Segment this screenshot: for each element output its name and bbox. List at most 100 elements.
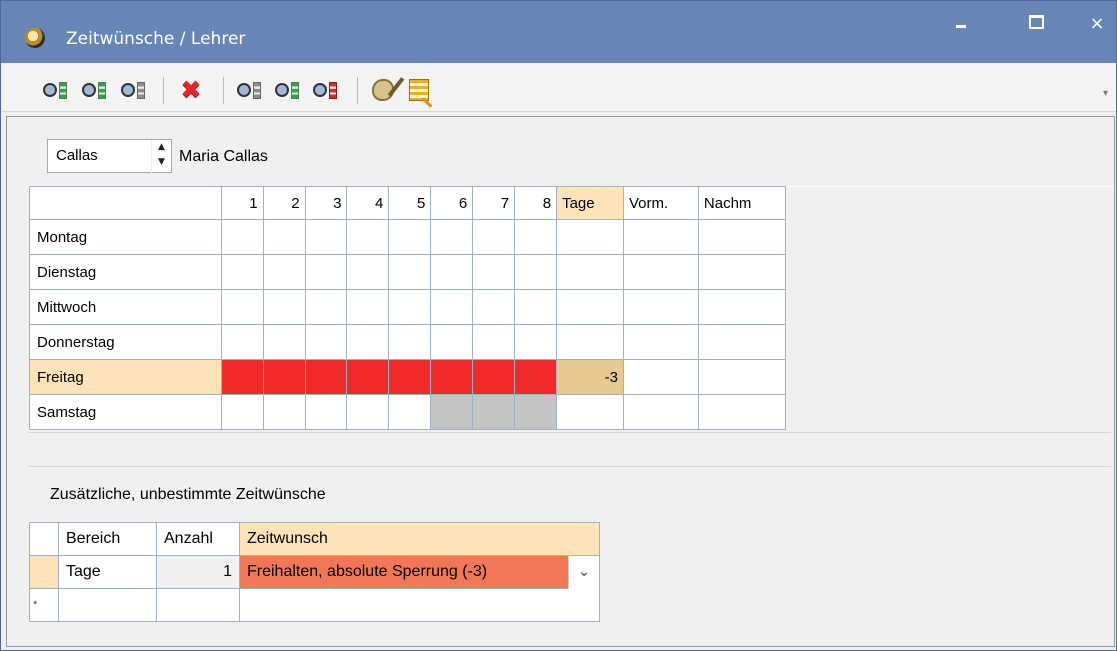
gray-tower-icon xyxy=(253,81,261,99)
time-cell[interactable] xyxy=(220,394,264,430)
time-cell[interactable] xyxy=(472,324,516,360)
time-cell[interactable] xyxy=(388,394,432,430)
period-header-3: 3 xyxy=(304,186,348,220)
time-cell[interactable] xyxy=(262,219,306,255)
main-window: Zeitwünsche / Lehrer × ✖ ▾ ▲▼ Maria Call… xyxy=(0,0,1117,651)
time-cell[interactable] xyxy=(346,219,390,255)
day-label: Samstag xyxy=(29,394,222,430)
tage-cell[interactable] xyxy=(556,254,624,290)
new-bereich-cell[interactable] xyxy=(58,588,157,622)
time-cell[interactable] xyxy=(220,254,264,290)
time-cell[interactable] xyxy=(388,324,432,360)
period-wish-button-1[interactable] xyxy=(232,76,266,104)
time-cell[interactable] xyxy=(388,254,432,290)
tage-value-cell[interactable]: -3 xyxy=(556,359,624,395)
additional-wishes-label: Zusätzliche, unbestimmte Zeitwünsche xyxy=(50,486,326,503)
green-tower-icon xyxy=(291,81,299,99)
time-cell[interactable] xyxy=(472,289,516,325)
time-cell[interactable] xyxy=(430,324,474,360)
time-cell[interactable] xyxy=(388,289,432,325)
nachm-cell[interactable] xyxy=(697,219,786,255)
nachm-cell[interactable] xyxy=(697,359,786,395)
teacher-spinner[interactable]: ▲▼ xyxy=(47,139,172,173)
time-cell[interactable] xyxy=(304,254,348,290)
delete-button[interactable]: ✖ xyxy=(174,76,208,104)
toolbar-overflow-icon[interactable]: ▾ xyxy=(1103,88,1108,99)
blocked-time-cell[interactable] xyxy=(388,359,432,395)
grid-divider xyxy=(29,432,1111,467)
time-cell[interactable] xyxy=(430,254,474,290)
time-cell[interactable] xyxy=(346,394,390,430)
time-cell[interactable] xyxy=(430,289,474,325)
time-cell[interactable] xyxy=(472,254,516,290)
blocked-time-cell[interactable] xyxy=(220,359,264,395)
vorm-cell[interactable] xyxy=(622,289,699,325)
vorm-cell[interactable] xyxy=(622,359,699,395)
spinner-arrows[interactable]: ▲ ▼ xyxy=(151,140,171,173)
blocked-time-cell[interactable] xyxy=(262,359,306,395)
nachm-cell[interactable] xyxy=(697,324,786,360)
time-cell[interactable] xyxy=(388,219,432,255)
unavailable-time-cell[interactable] xyxy=(514,394,558,430)
time-cell[interactable] xyxy=(262,324,306,360)
zeitwunsch-combobox[interactable]: Freihalten, absolute Sperrung (-3) ⌄ xyxy=(239,555,600,589)
time-cell[interactable] xyxy=(262,394,306,430)
teacher-wish-button-2[interactable] xyxy=(77,76,111,104)
time-cell[interactable] xyxy=(346,289,390,325)
chevron-down-icon[interactable]: ⌄ xyxy=(568,556,599,589)
time-cell[interactable] xyxy=(220,289,264,325)
tage-cell[interactable] xyxy=(556,219,624,255)
time-cell[interactable] xyxy=(514,254,558,290)
vorm-cell[interactable] xyxy=(622,394,699,430)
vorm-cell[interactable] xyxy=(622,254,699,290)
time-cell[interactable] xyxy=(262,289,306,325)
afternoon-header: Nachm xyxy=(697,186,786,220)
period-wish-button-2[interactable] xyxy=(270,76,304,104)
time-cell[interactable] xyxy=(304,394,348,430)
nachm-cell[interactable] xyxy=(697,254,786,290)
row-selector[interactable] xyxy=(29,555,59,589)
time-cell[interactable] xyxy=(514,289,558,325)
nachm-cell[interactable] xyxy=(697,394,786,430)
time-cell[interactable] xyxy=(304,324,348,360)
maximize-icon xyxy=(1029,15,1044,29)
unavailable-time-cell[interactable] xyxy=(472,394,516,430)
teacher-wish-button-3[interactable] xyxy=(116,76,150,104)
tage-cell[interactable] xyxy=(556,324,624,360)
time-cell[interactable] xyxy=(304,219,348,255)
new-anzahl-cell[interactable] xyxy=(156,588,240,622)
tage-cell[interactable] xyxy=(556,289,624,325)
time-cell[interactable] xyxy=(472,219,516,255)
time-cell[interactable] xyxy=(514,324,558,360)
time-cell[interactable] xyxy=(220,219,264,255)
blocked-time-cell[interactable] xyxy=(346,359,390,395)
vorm-cell[interactable] xyxy=(622,219,699,255)
blocked-time-cell[interactable] xyxy=(430,359,474,395)
new-zeitwunsch-cell[interactable] xyxy=(239,588,600,622)
blocked-time-cell[interactable] xyxy=(514,359,558,395)
time-cell[interactable] xyxy=(514,219,558,255)
teacher-wish-button-1[interactable] xyxy=(38,76,72,104)
unavailable-time-cell[interactable] xyxy=(430,394,474,430)
time-cell[interactable] xyxy=(430,219,474,255)
time-cell[interactable] xyxy=(262,254,306,290)
blocked-time-cell[interactable] xyxy=(472,359,516,395)
teacher-short-name-input[interactable] xyxy=(48,140,136,171)
tage-cell[interactable] xyxy=(556,394,624,430)
time-cell[interactable] xyxy=(220,324,264,360)
palette-button[interactable] xyxy=(366,76,400,104)
time-cell[interactable] xyxy=(346,324,390,360)
close-button[interactable]: × xyxy=(1075,9,1117,43)
maximize-button[interactable] xyxy=(1015,9,1059,43)
day-row-wednesday: Mittwoch xyxy=(29,289,1114,325)
blocked-time-cell[interactable] xyxy=(304,359,348,395)
nachm-cell[interactable] xyxy=(697,289,786,325)
anzahl-cell[interactable]: 1 xyxy=(156,555,240,589)
minimize-button[interactable] xyxy=(939,9,983,43)
bereich-cell[interactable]: Tage xyxy=(58,555,157,589)
time-cell[interactable] xyxy=(346,254,390,290)
time-cell[interactable] xyxy=(304,289,348,325)
report-button[interactable] xyxy=(402,76,436,104)
period-wish-button-3[interactable] xyxy=(308,76,342,104)
vorm-cell[interactable] xyxy=(622,324,699,360)
